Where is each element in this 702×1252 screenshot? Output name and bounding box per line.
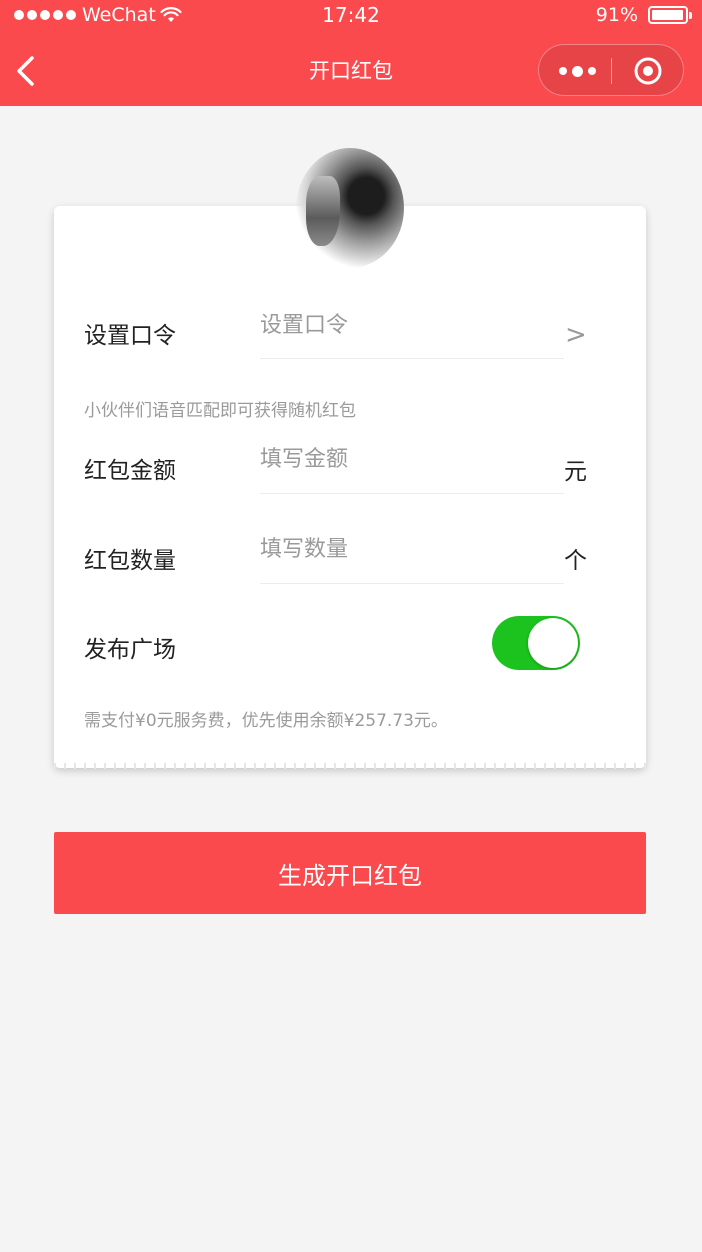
amount-underline (260, 493, 564, 494)
password-input[interactable] (260, 305, 564, 345)
publish-label: 发布广场 (84, 637, 176, 663)
status-right: 91% (595, 4, 692, 26)
amount-label: 红包金额 (84, 458, 176, 484)
status-bar: WeChat 17:42 91% (0, 0, 702, 34)
card-scallop-edge (54, 763, 646, 769)
password-underline (260, 358, 564, 359)
toggle-knob (528, 618, 578, 668)
battery-fill (652, 10, 683, 20)
form-card (54, 206, 646, 769)
more-dots-icon[interactable] (557, 59, 597, 83)
generate-button[interactable]: 生成开口红包 (54, 832, 646, 914)
fee-note: 需支付¥0元服务费，优先使用余额¥257.73元。 (84, 711, 448, 731)
password-label: 设置口令 (84, 323, 176, 349)
mini-program-capsule (538, 44, 684, 96)
battery-percent: 91% (595, 4, 638, 26)
avatar (296, 148, 404, 268)
count-input[interactable] (260, 529, 564, 569)
amount-input[interactable] (260, 439, 564, 479)
count-underline (260, 583, 564, 584)
amount-unit: 元 (564, 459, 587, 485)
capsule-divider (611, 58, 612, 84)
publish-toggle[interactable] (492, 616, 580, 670)
battery-cap (689, 12, 692, 19)
count-unit: 个 (564, 548, 587, 574)
target-circle-icon[interactable] (633, 56, 663, 86)
header: WeChat 17:42 91% 开口红包 (0, 0, 702, 106)
password-arrow[interactable]: > (565, 320, 587, 350)
battery-icon (648, 6, 692, 24)
password-hint: 小伙伴们语音匹配即可获得随机红包 (84, 401, 356, 421)
count-label: 红包数量 (84, 548, 176, 574)
